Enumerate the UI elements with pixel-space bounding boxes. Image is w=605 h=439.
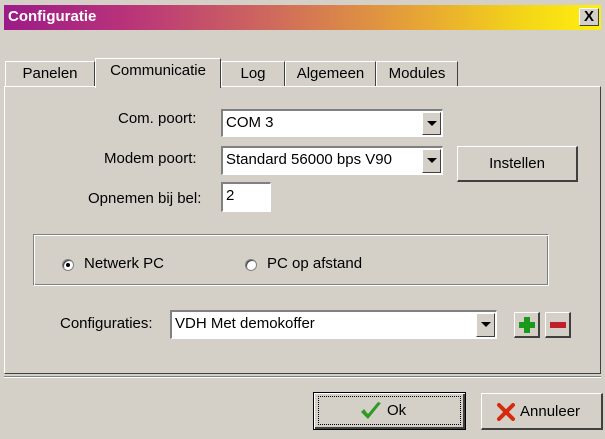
tab-label: Algemeen <box>296 65 365 82</box>
window-title: Configuratie <box>8 8 97 25</box>
com-port-select[interactable]: COM 3 <box>221 109 443 137</box>
opnemen-value: 2 <box>226 187 235 204</box>
tab-panelen[interactable]: Panelen <box>5 61 95 86</box>
com-port-value: COM 3 <box>226 114 274 131</box>
modem-port-select[interactable]: Standard 56000 bps V90 <box>221 146 443 175</box>
x-icon <box>497 403 515 421</box>
config-window: Configuratie X Panelen Communicatie Log … <box>0 0 605 439</box>
plus-icon <box>519 317 535 333</box>
radio-netwerk-pc[interactable] <box>62 259 74 271</box>
radio-netwerk-pc-label[interactable]: Netwerk PC <box>84 255 164 272</box>
ok-label: Ok <box>387 402 407 419</box>
tab-algemeen[interactable]: Algemeen <box>285 61 376 86</box>
remove-configuration-button[interactable] <box>545 312 571 338</box>
tab-label: Communicatie <box>110 62 206 79</box>
tab-log[interactable]: Log <box>221 61 285 86</box>
radio-selected-dot <box>66 263 70 267</box>
tab-label: Modules <box>388 65 446 82</box>
configuraties-label: Configuraties: <box>60 315 153 332</box>
instellen-button[interactable]: Instellen <box>457 146 578 182</box>
chevron-down-icon[interactable] <box>422 112 441 135</box>
tab-modules[interactable]: Modules <box>376 61 458 86</box>
modem-port-value: Standard 56000 bps V90 <box>226 151 392 168</box>
tab-label: Log <box>240 65 266 82</box>
chevron-down-icon[interactable] <box>422 149 441 173</box>
title-bar: Configuratie X <box>4 5 601 30</box>
cancel-button[interactable]: Annuleer <box>481 393 603 430</box>
minus-icon <box>550 322 566 328</box>
close-button[interactable]: X <box>579 8 599 26</box>
opnemen-input[interactable]: 2 <box>221 182 271 212</box>
ok-button[interactable]: Ok <box>313 392 466 430</box>
checkmark-icon <box>361 402 381 419</box>
opnemen-label: Opnemen bij bel: <box>88 190 202 207</box>
radio-pc-op-afstand[interactable] <box>245 259 257 271</box>
radio-pc-op-afstand-label[interactable]: PC op afstand <box>267 255 362 272</box>
cancel-label: Annuleer <box>520 403 581 420</box>
configuraties-select[interactable]: VDH Met demokoffer <box>170 310 497 339</box>
configuraties-value: VDH Met demokoffer <box>175 315 315 332</box>
modem-port-label: Modem poort: <box>104 150 197 167</box>
tab-label: Panelen <box>22 65 78 82</box>
tab-communicatie[interactable]: Communicatie <box>95 58 221 88</box>
add-configuration-button[interactable] <box>514 312 540 338</box>
com-port-label: Com. poort: <box>118 110 197 127</box>
footer-separator-highlight <box>4 377 601 378</box>
chevron-down-icon[interactable] <box>476 313 495 337</box>
